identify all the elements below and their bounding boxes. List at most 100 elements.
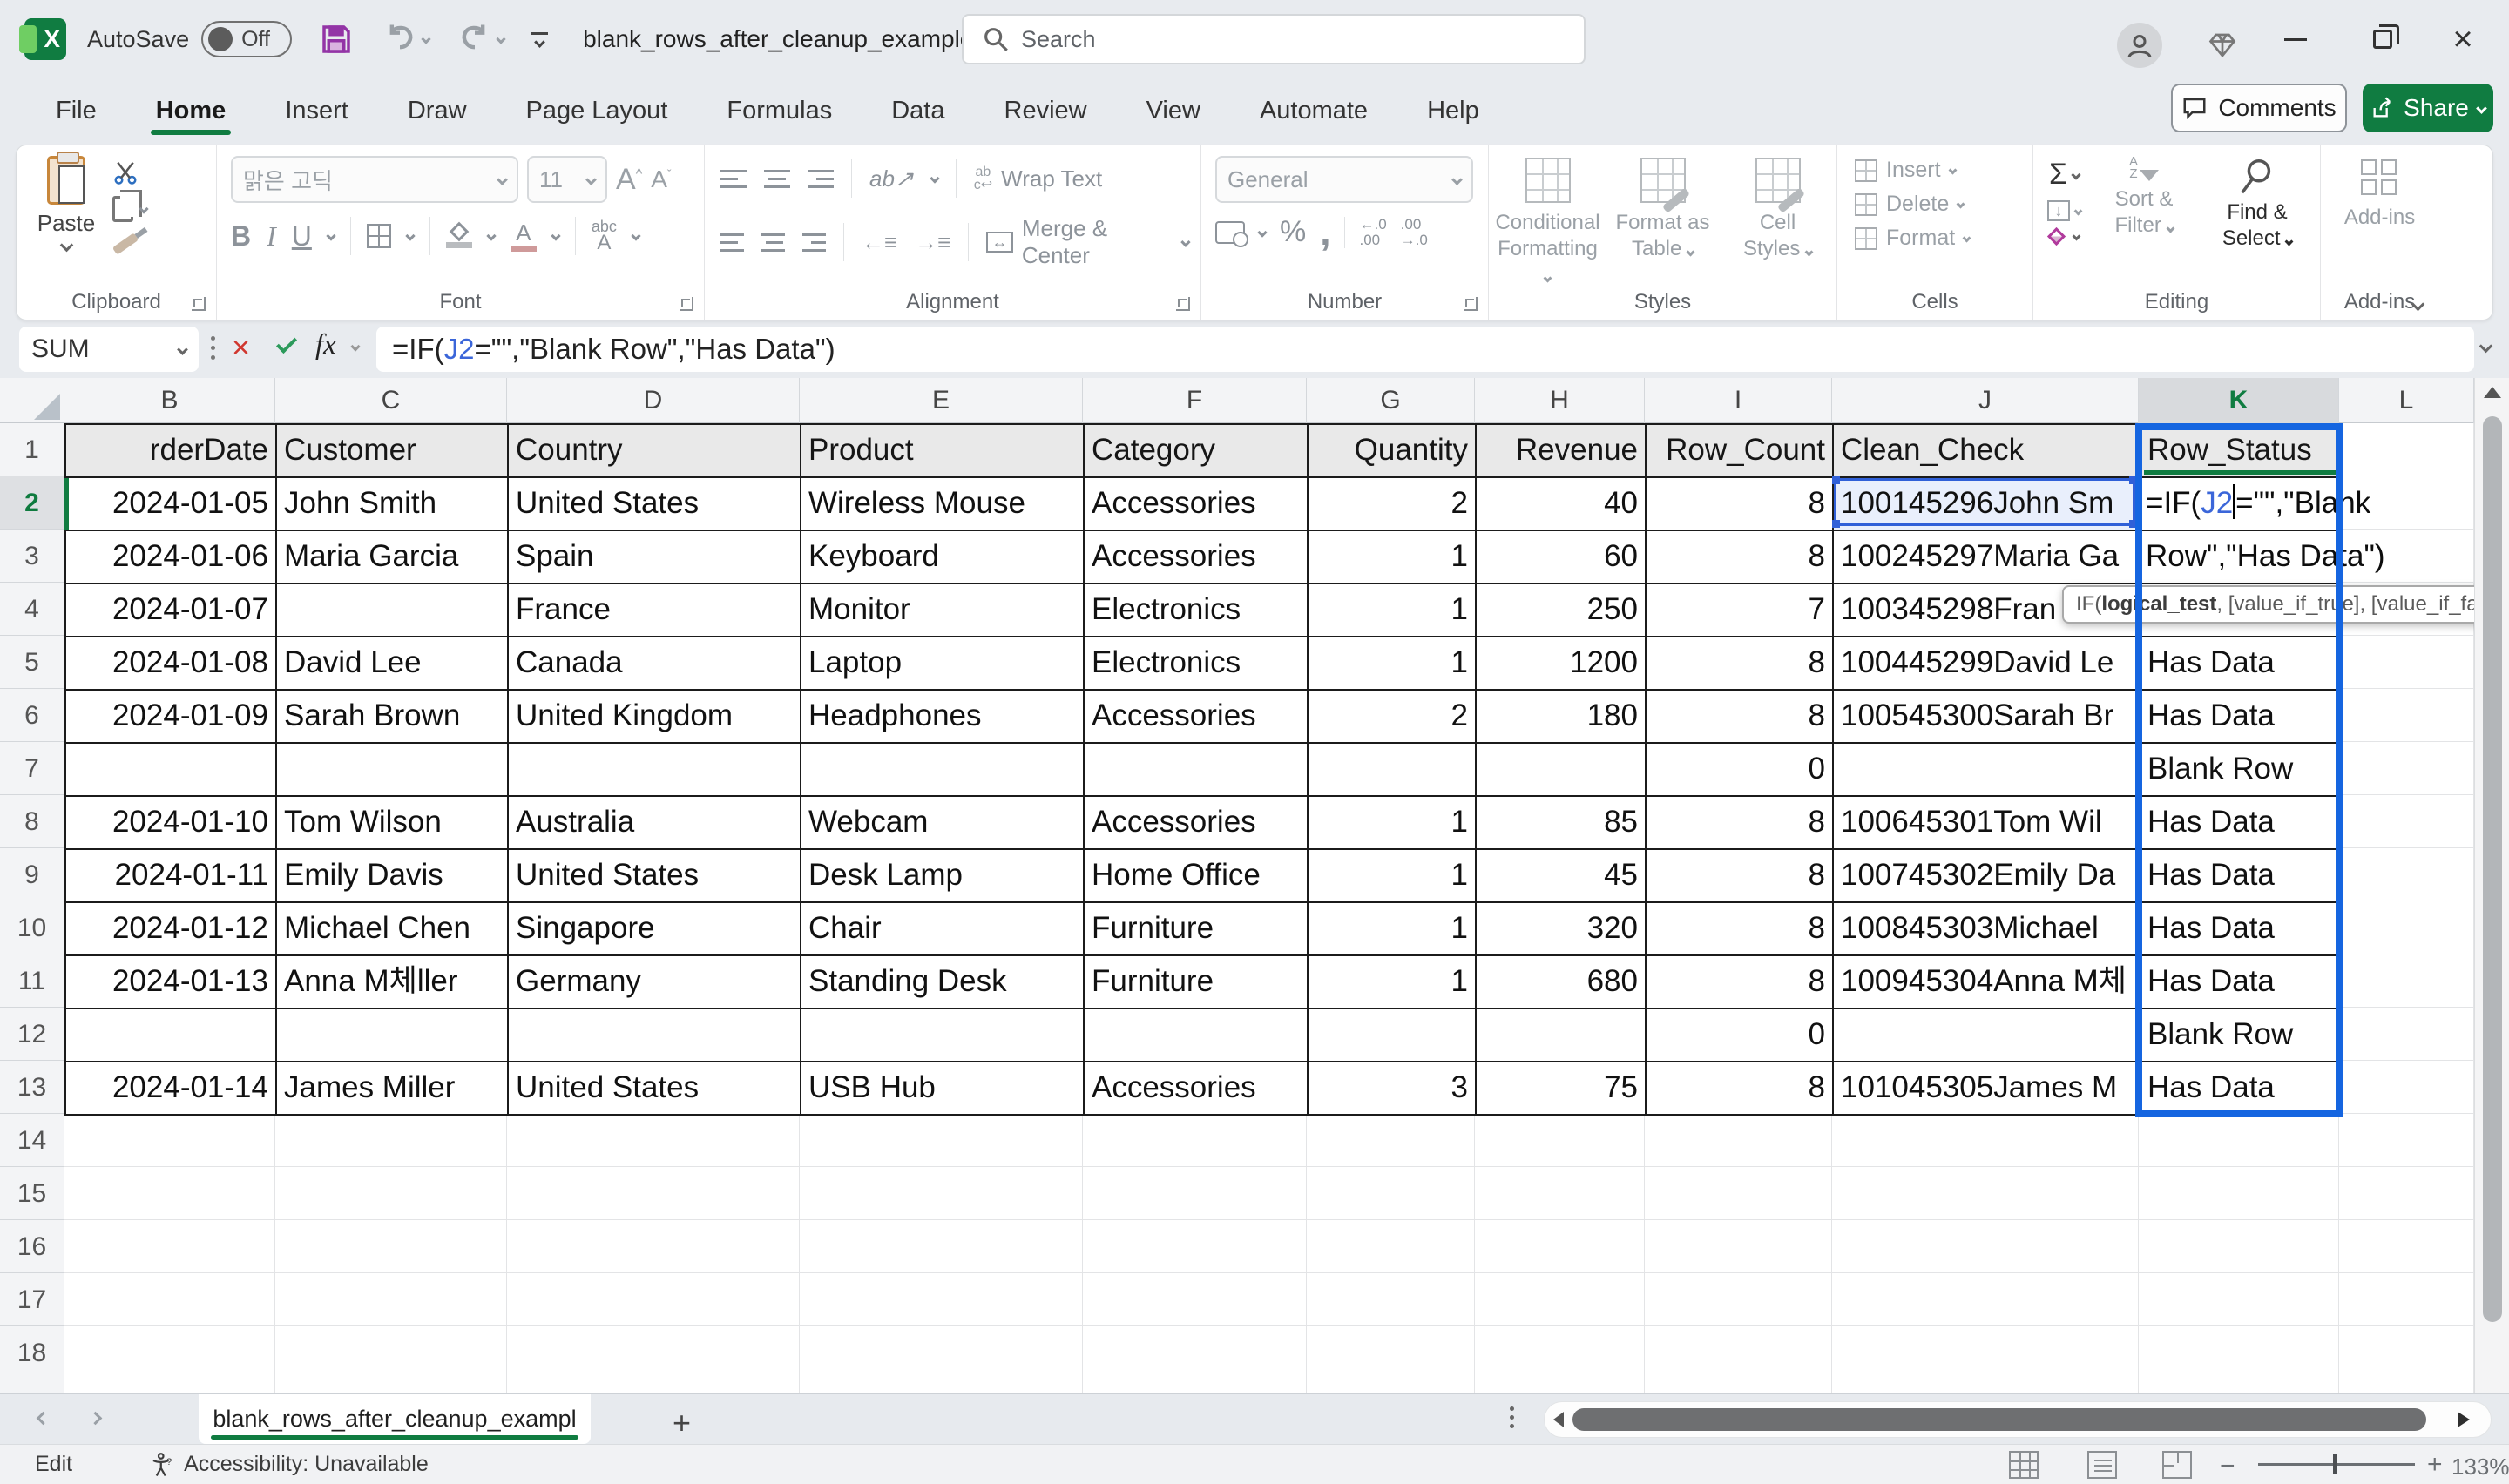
cell-K5[interactable]: Has Data xyxy=(2140,637,2341,691)
cell-I5[interactable]: 8 xyxy=(1647,637,1834,691)
zoom-slider-thumb[interactable] xyxy=(2333,1454,2337,1474)
align-right-icon[interactable] xyxy=(802,233,826,252)
search-input[interactable]: Search xyxy=(962,14,1586,64)
premium-diamond-icon[interactable] xyxy=(2206,30,2239,61)
cell-G2[interactable]: 2 xyxy=(1309,478,1477,531)
underline-button[interactable]: U xyxy=(292,220,312,253)
paste-button[interactable]: Paste xyxy=(29,156,104,250)
cell-F12[interactable] xyxy=(1085,1009,1309,1062)
cell-D10[interactable]: Singapore xyxy=(509,903,801,956)
cell-E8[interactable]: Webcam xyxy=(801,797,1085,850)
tab-draw[interactable]: Draw xyxy=(378,83,497,138)
format-as-table-button[interactable]: Format asTable xyxy=(1607,158,1719,288)
cell-K7[interactable]: Blank Row xyxy=(2140,744,2341,797)
scroll-right-icon[interactable] xyxy=(2458,1412,2470,1427)
cell-C10[interactable]: Michael Chen xyxy=(277,903,509,956)
zoom-out-button[interactable]: − xyxy=(2220,1452,2235,1481)
expand-formula-bar-icon[interactable] xyxy=(2479,340,2493,354)
cell-H11[interactable]: 680 xyxy=(1477,956,1647,1009)
cell-I3[interactable]: 8 xyxy=(1647,531,1834,584)
cell-H9[interactable]: 45 xyxy=(1477,850,1647,903)
cell-J13[interactable]: 101045305James M xyxy=(1834,1062,2140,1116)
cell-J8[interactable]: 100645301Tom Wil xyxy=(1834,797,2140,850)
column-header-B[interactable]: B xyxy=(64,378,275,423)
cell-K6[interactable]: Has Data xyxy=(2140,691,2341,744)
cell-E7[interactable] xyxy=(801,744,1085,797)
cell-I4[interactable]: 7 xyxy=(1647,584,1834,637)
cell-G9[interactable]: 1 xyxy=(1309,850,1477,903)
accounting-format-icon[interactable] xyxy=(1215,221,1245,244)
borders-icon[interactable] xyxy=(367,224,391,248)
cell-F6[interactable]: Accessories xyxy=(1085,691,1309,744)
cell-H7[interactable] xyxy=(1477,744,1647,797)
cell-C5[interactable]: David Lee xyxy=(277,637,509,691)
cell-E1[interactable]: Product xyxy=(801,425,1085,478)
autosum-button[interactable]: Σ xyxy=(2049,158,2080,192)
cell-F8[interactable]: Accessories xyxy=(1085,797,1309,850)
cell-D12[interactable] xyxy=(509,1009,801,1062)
row-header-8[interactable]: 8 xyxy=(0,795,64,848)
fill-button[interactable]: ↓ xyxy=(2047,200,2081,221)
cell-D1[interactable]: Country xyxy=(509,425,801,478)
cell-I1[interactable]: Row_Count xyxy=(1647,425,1834,478)
cell-I7[interactable]: 0 xyxy=(1647,744,1834,797)
restore-button[interactable] xyxy=(2352,0,2413,78)
number-format-select[interactable]: General xyxy=(1215,156,1473,203)
bold-button[interactable]: B xyxy=(231,220,251,253)
column-header-K[interactable]: K xyxy=(2139,378,2339,423)
increase-font-icon[interactable]: A^ xyxy=(616,163,642,197)
orientation-button[interactable]: ab↗ xyxy=(869,165,914,192)
cut-button[interactable] xyxy=(112,159,147,186)
merge-center-button[interactable]: ↔ Merge & Center xyxy=(986,215,1164,269)
row-header-17[interactable]: 17 xyxy=(0,1273,64,1326)
tab-view[interactable]: View xyxy=(1117,83,1230,138)
cell-D3[interactable]: Spain xyxy=(509,531,801,584)
percent-style-icon[interactable]: % xyxy=(1280,215,1306,249)
cell-B10[interactable]: 2024-01-12 xyxy=(66,903,277,956)
share-button[interactable]: Share xyxy=(2363,84,2493,132)
cell-C2[interactable]: John Smith xyxy=(277,478,509,531)
column-header-I[interactable]: I xyxy=(1645,378,1832,423)
column-header-L[interactable]: L xyxy=(2339,378,2474,423)
row-header-7[interactable]: 7 xyxy=(0,742,64,795)
cell-H8[interactable]: 85 xyxy=(1477,797,1647,850)
cell-C7[interactable] xyxy=(277,744,509,797)
cell-H12[interactable] xyxy=(1477,1009,1647,1062)
cell-E6[interactable]: Headphones xyxy=(801,691,1085,744)
column-header-C[interactable]: C xyxy=(275,378,507,423)
row-header-2[interactable]: 2 xyxy=(0,476,64,530)
cell-F9[interactable]: Home Office xyxy=(1085,850,1309,903)
cell-D6[interactable]: United Kingdom xyxy=(509,691,801,744)
cell-I13[interactable]: 8 xyxy=(1647,1062,1834,1116)
cell-D11[interactable]: Germany xyxy=(509,956,801,1009)
cell-F2[interactable]: Accessories xyxy=(1085,478,1309,531)
cell-I8[interactable]: 8 xyxy=(1647,797,1834,850)
cell-E9[interactable]: Desk Lamp xyxy=(801,850,1085,903)
phonetic-guide-button[interactable]: abcA xyxy=(592,219,617,253)
cell-C13[interactable]: James Miller xyxy=(277,1062,509,1116)
row-header-16[interactable]: 16 xyxy=(0,1220,64,1273)
sheet-tab-active[interactable]: blank_rows_after_cleanup_exampl xyxy=(199,1394,591,1444)
wrap-text-button[interactable]: abc↩ Wrap Text xyxy=(974,165,1103,192)
align-left-icon[interactable] xyxy=(720,233,744,252)
underline-dropdown-icon[interactable] xyxy=(326,231,335,240)
cell-E13[interactable]: USB Hub xyxy=(801,1062,1085,1116)
cell-C11[interactable]: Anna M체ller xyxy=(277,956,509,1009)
row-header-18[interactable]: 18 xyxy=(0,1326,64,1379)
tab-formulas[interactable]: Formulas xyxy=(697,83,862,138)
cell-G5[interactable]: 1 xyxy=(1309,637,1477,691)
cell-K12[interactable]: Blank Row xyxy=(2140,1009,2341,1062)
minimize-button[interactable] xyxy=(2265,0,2326,78)
cell-J10[interactable]: 100845303Michael xyxy=(1834,903,2140,956)
cell-F11[interactable]: Furniture xyxy=(1085,956,1309,1009)
insert-function-icon[interactable]: fx xyxy=(315,329,336,361)
vertical-scroll-thumb[interactable] xyxy=(2483,416,2502,1322)
copy-button[interactable] xyxy=(112,196,147,222)
cell-B9[interactable]: 2024-01-11 xyxy=(66,850,277,903)
cell-H2[interactable]: 40 xyxy=(1477,478,1647,531)
cell-F4[interactable]: Electronics xyxy=(1085,584,1309,637)
cell-G4[interactable]: 1 xyxy=(1309,584,1477,637)
cell-J9[interactable]: 100745302Emily Da xyxy=(1834,850,2140,903)
page-layout-view-button[interactable] xyxy=(2087,1451,2117,1479)
decrease-font-icon[interactable]: Aˇ xyxy=(651,165,671,193)
